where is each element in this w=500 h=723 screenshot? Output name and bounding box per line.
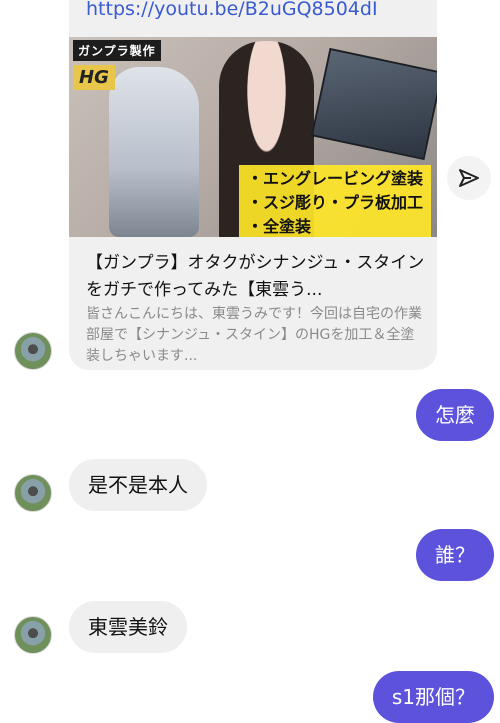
message-text: s1那個？ <box>391 685 475 709</box>
message-text: 誰？ <box>435 543 475 567</box>
avatar[interactable] <box>14 474 52 512</box>
link-preview-card[interactable]: https://youtu.be/B2uGQ8504dI ガンプラ製作 HG ・… <box>69 0 437 370</box>
share-arrow-icon <box>459 169 479 187</box>
hg-logo: HG <box>73 65 115 90</box>
message-bubble-incoming[interactable]: 是不是本人 <box>69 459 207 511</box>
message-bubble-outgoing[interactable]: 怎麼 <box>416 389 494 441</box>
video-thumbnail[interactable]: ガンプラ製作 HG ・エングレービング塗装 ・スジ彫り・プラ板加工 ・全塗装 <box>69 37 437 237</box>
link-description: 皆さんこんにちは、東雲うみです！今回は自宅の作業部屋で【シナンジュ・スタイン】の… <box>86 306 422 364</box>
message-text: 東雲美鈴 <box>88 615 168 639</box>
link-title: 【ガンプラ】オタクがシナンジュ・スタインをガチで作ってみた【東雲う... <box>86 253 425 300</box>
message-text: 是不是本人 <box>88 473 188 497</box>
thumbnail-caption: ・エングレービング塗装 ・スジ彫り・プラ板加工 ・全塗装 <box>239 165 432 237</box>
message-text: 怎麼 <box>435 403 475 427</box>
thumbnail-banner: ガンプラ製作 <box>73 40 161 61</box>
gunpla-figure <box>109 67 199 237</box>
message-bubble-outgoing[interactable]: s1那個？ <box>372 671 494 723</box>
link-url[interactable]: https://youtu.be/B2uGQ8504dI <box>86 0 378 20</box>
avatar[interactable] <box>14 332 52 370</box>
message-bubble-incoming[interactable]: 東雲美鈴 <box>69 601 187 653</box>
model-kit-box <box>310 47 437 161</box>
avatar[interactable] <box>14 616 52 654</box>
share-button[interactable] <box>447 156 491 200</box>
message-bubble-outgoing[interactable]: 誰？ <box>416 529 494 581</box>
